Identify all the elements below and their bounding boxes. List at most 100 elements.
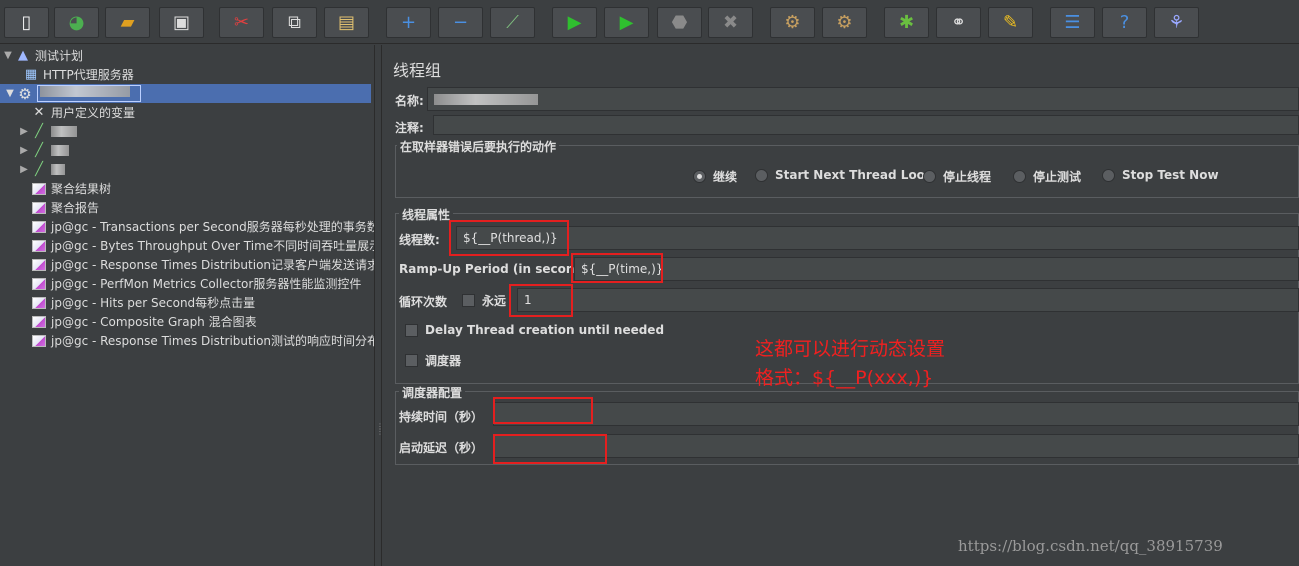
startup-delay-label: 启动延迟（秒） <box>399 441 484 455</box>
panel-splitter[interactable] <box>374 45 382 566</box>
threads-input[interactable]: ${__P(thread,)} <box>456 226 1299 250</box>
tree-node-label: 聚合报告 <box>51 201 100 215</box>
start-button[interactable]: ▶ <box>552 7 597 38</box>
on-error-title: 在取样器错误后要执行的动作 <box>397 138 560 155</box>
flask-icon: ▲ <box>18 48 28 63</box>
tree-node-listener[interactable]: jp@gc - Response Times Distribution测试的响应… <box>30 331 379 350</box>
tree-node-listener[interactable]: jp@gc - Bytes Throughput Over Time不同时间吞吐… <box>30 236 381 255</box>
paste-button[interactable]: ▤ <box>324 7 369 38</box>
highlight-duration <box>493 397 593 424</box>
remote-icon: ⚘ <box>1168 11 1185 33</box>
tree-node-listener[interactable]: jp@gc - Response Times Distribution记录客户端… <box>30 255 379 274</box>
new-button[interactable]: ▯ <box>4 7 49 38</box>
collapse-arrow-icon[interactable]: ▼ <box>4 88 16 99</box>
redacted-label <box>51 145 69 156</box>
comment-label: 注释: <box>395 121 424 135</box>
cut-button[interactable]: ✂ <box>219 7 264 38</box>
clear-all-icon: ⚙ <box>836 11 853 33</box>
tree-node-listener[interactable]: 聚合报告 <box>30 198 99 217</box>
clear-button[interactable]: ⚙ <box>770 7 815 38</box>
tree-node-user-variables[interactable]: ✕ 用户定义的变量 <box>30 103 135 122</box>
open-button[interactable]: ▰ <box>105 7 150 38</box>
page-title: 线程组 <box>393 61 442 80</box>
highlight-startup-delay <box>493 434 607 464</box>
thread-properties-title: 线程属性 <box>399 206 454 223</box>
highlight-rampup <box>571 253 663 283</box>
templates-button[interactable]: ◕ <box>54 7 99 38</box>
remote-button[interactable]: ⚘ <box>1154 7 1199 38</box>
graph-icon <box>30 257 48 273</box>
radio-start-next-loop[interactable]: Start Next Thread Loop <box>755 168 934 182</box>
name-field[interactable] <box>427 87 1299 111</box>
new-icon: ▯ <box>21 11 32 33</box>
forever-checkbox[interactable]: 永远 <box>462 292 506 309</box>
clear-icon: ⚙ <box>784 11 801 33</box>
tree-node-http-proxy[interactable]: ▦ HTTP代理服务器 <box>22 65 134 84</box>
proxy-server-icon: ▦ <box>24 67 38 82</box>
clear-all-button[interactable]: ⚙ <box>822 7 867 38</box>
collapse-arrow-icon[interactable]: ▼ <box>2 50 14 61</box>
expand-arrow-icon[interactable]: ▶ <box>18 126 30 137</box>
stop-button[interactable]: ⬣ <box>657 7 702 38</box>
tree-node-label: HTTP代理服务器 <box>43 68 134 82</box>
radio-icon <box>1102 168 1115 182</box>
tree-node-label: jp@gc - PerfMon Metrics Collector服务器性能监测… <box>51 277 362 291</box>
start-icon: ▶ <box>567 11 582 33</box>
tree-node-sampler-2[interactable]: ▶ ╱ <box>18 141 69 160</box>
radio-stop-test-now[interactable]: Stop Test Now <box>1102 168 1219 182</box>
help-button[interactable]: ? <box>1102 7 1147 38</box>
tree-node-test-plan[interactable]: ▼ ▲ 测试计划 <box>2 46 83 65</box>
binoculars-button[interactable]: ⚭ <box>936 7 981 38</box>
reset-search-button[interactable]: ✎ <box>988 7 1033 38</box>
start-no-pauses-button[interactable]: ▶ <box>604 7 649 38</box>
tree-node-sampler-1[interactable]: ▶ ╱ <box>18 122 77 141</box>
tree-node-listener[interactable]: jp@gc - Hits per Second每秒点击量 <box>30 293 255 312</box>
radio-icon <box>755 168 768 182</box>
loop-count-input[interactable]: 1 <box>517 288 1299 312</box>
radio-stop-thread[interactable]: 停止线程 <box>923 168 991 185</box>
checkbox-icon <box>405 323 418 337</box>
save-button[interactable]: ▣ <box>159 7 204 38</box>
tree-node-listener[interactable]: 聚合结果树 <box>30 179 111 198</box>
function-helper-icon: ☰ <box>1064 11 1081 33</box>
tree-node-label: 用户定义的变量 <box>51 106 136 120</box>
paste-icon: ▤ <box>337 11 355 33</box>
templates-icon: ◕ <box>68 11 85 33</box>
scheduler-checkbox[interactable]: 调度器 <box>405 352 461 369</box>
radio-icon <box>923 170 936 183</box>
radio-continue[interactable]: 继续 <box>693 168 737 185</box>
pipette-icon: ╱ <box>35 124 43 139</box>
duration-label: 持续时间（秒） <box>399 410 484 424</box>
expand-arrow-icon[interactable]: ▶ <box>18 145 30 156</box>
tree-node-listener[interactable]: jp@gc - Composite Graph 混合图表 <box>30 312 257 331</box>
graph-icon <box>30 238 48 254</box>
shutdown-button[interactable]: ✖ <box>708 7 753 38</box>
comment-field[interactable] <box>433 115 1299 135</box>
collapse-button[interactable]: − <box>438 7 483 38</box>
tree-node-sampler-3[interactable]: ▶ ╱ <box>18 160 65 179</box>
duration-input[interactable] <box>493 402 1299 426</box>
annotation-line-2: 格式：${__P(xxx,)} <box>755 367 934 389</box>
tree-node-label: jp@gc - Response Times Distribution测试的响应… <box>51 334 380 348</box>
function-helper-button[interactable]: ☰ <box>1050 7 1095 38</box>
rampup-input[interactable]: ${__P(time,)} <box>574 257 1299 281</box>
expand-arrow-icon[interactable]: ▶ <box>18 164 30 175</box>
tree-node-listener[interactable]: jp@gc - PerfMon Metrics Collector服务器性能监测… <box>30 274 361 293</box>
copy-button[interactable]: ⧉ <box>272 7 317 38</box>
search-button[interactable]: ✱ <box>884 7 929 38</box>
startup-delay-input[interactable] <box>493 434 1299 458</box>
tree-node-listener[interactable]: jp@gc - Transactions per Second服务器每秒处理的事… <box>30 217 379 236</box>
redacted-name <box>434 93 538 105</box>
expand-button[interactable]: + <box>386 7 431 38</box>
tree-node-label: jp@gc - Hits per Second每秒点击量 <box>51 296 256 310</box>
tree-node-thread-group[interactable]: ▼ ⚙ <box>0 84 371 103</box>
scheduler-config-title: 调度器配置 <box>399 384 466 401</box>
radio-stop-test[interactable]: 停止测试 <box>1013 168 1081 185</box>
binoculars-icon: ⚭ <box>950 11 967 33</box>
main-toolbar: ▯ ◕ ▰ ▣ ✂ ⧉ ▤ + − ⟋ ▶ ▶ ⬣ ✖ ⚙ ⚙ ✱ ⚭ ✎ ☰? ⚘ <box>0 0 1299 44</box>
toggle-button[interactable]: ⟋ <box>490 7 535 38</box>
graph-icon <box>30 219 48 235</box>
pipette-icon: ╱ <box>35 162 43 177</box>
delay-thread-creation-checkbox[interactable]: Delay Thread creation until needed <box>405 323 664 337</box>
stop-icon: ⬣ <box>671 11 688 33</box>
